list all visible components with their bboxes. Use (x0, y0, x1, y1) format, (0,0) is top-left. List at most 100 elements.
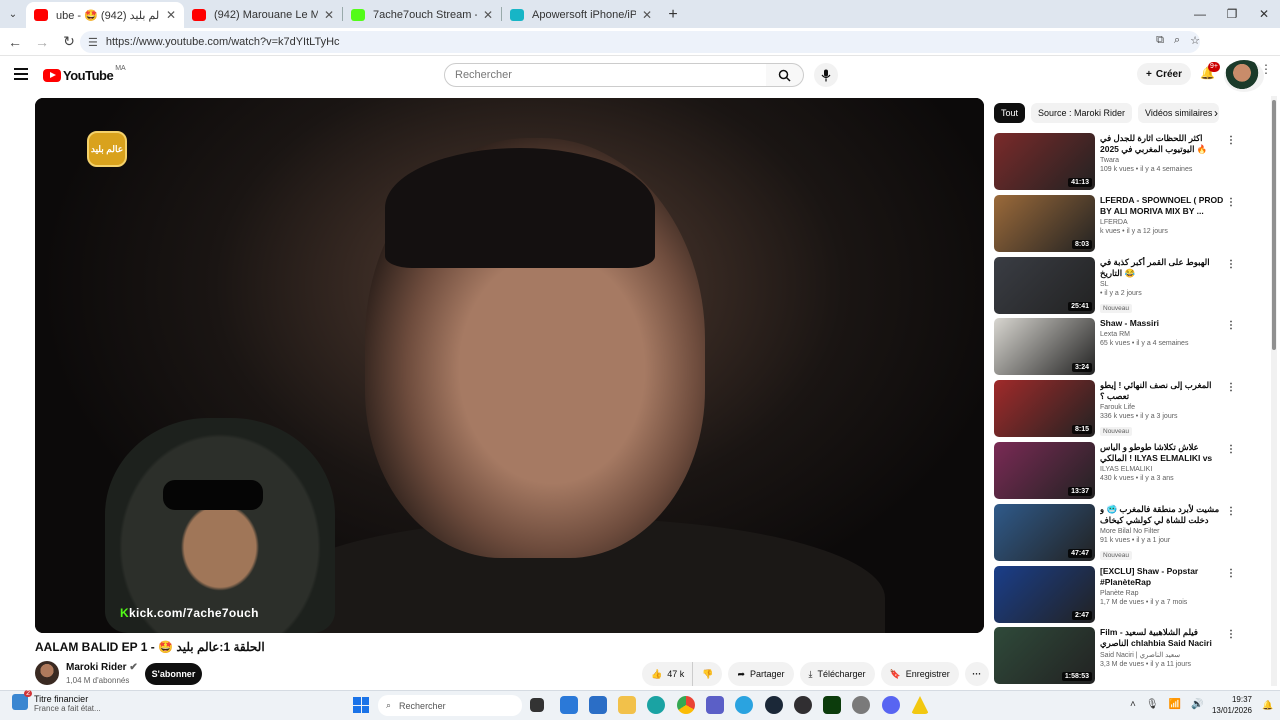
account-avatar[interactable] (1224, 60, 1264, 92)
teams-icon[interactable] (706, 696, 724, 714)
settings-gear-icon[interactable] (852, 696, 870, 714)
recommended-video[interactable]: 13:37 علاش تكلاشا طوطو و الياس المالكي ! … (994, 442, 1239, 500)
recommended-channel[interactable]: More Bilal No Filter (1100, 528, 1225, 535)
more-actions-button[interactable]: ··· (964, 662, 989, 686)
recommended-video[interactable]: 3:24 Shaw - Massiri Lexta RM 65 k vues • il… (994, 318, 1239, 376)
notification-center-icon[interactable]: 🔔 (1262, 700, 1273, 711)
url-field[interactable]: ☰ https://www.youtube.com/watch?v=k7dYIt… (80, 31, 1200, 53)
close-tab-icon[interactable]: ✕ (483, 8, 493, 22)
close-tab-icon[interactable]: ✕ (324, 8, 334, 22)
recommended-channel[interactable]: LFERDA (1100, 219, 1225, 226)
page-scrollbar[interactable] (1271, 96, 1277, 686)
more-vertical-icon[interactable]: ⋮ (1226, 629, 1236, 640)
channel-name[interactable]: Maroki Rider ✔ (66, 662, 138, 673)
task-view-icon[interactable] (530, 698, 544, 712)
recommended-channel[interactable]: Farouk Life (1100, 404, 1225, 411)
recommended-channel[interactable]: Lexta RM (1100, 331, 1225, 338)
youtube-logo[interactable]: YouTube MA (43, 65, 126, 83)
share-button[interactable]: ➦ Partager (728, 662, 794, 686)
channel-avatar[interactable] (35, 661, 59, 685)
recommended-video[interactable]: 8:03 LFERDA - SPOWNOEL ( PROD BY ALI MORI… (994, 194, 1239, 253)
windows-start-icon[interactable] (353, 697, 369, 713)
recommended-channel[interactable]: Said Naciri | سعيد الناصري (1100, 651, 1225, 659)
more-vertical-icon[interactable]: ⋮ (1226, 506, 1236, 517)
close-tab-icon[interactable]: ✕ (642, 8, 652, 22)
file-explorer-icon[interactable] (618, 696, 636, 714)
video-thumbnail[interactable]: 8:15 (994, 380, 1095, 438)
taskbar-search[interactable]: ⌕ Rechercher (378, 695, 522, 716)
telegram-icon[interactable] (735, 696, 753, 714)
recommended-title[interactable]: علاش تكلاشا طوطو و الياس المالكي ! ILYAS… (1100, 442, 1225, 464)
edge-icon[interactable] (647, 696, 665, 714)
wifi-icon[interactable]: 📶 (1169, 699, 1181, 710)
tab-apowersoft[interactable]: Apowersoft iPhone/iPad Recor ✕ (502, 2, 660, 28)
install-app-icon[interactable]: ⧉ (1156, 34, 1164, 47)
more-vertical-icon[interactable]: ⋮ (1226, 568, 1236, 579)
recommended-channel[interactable]: Twara (1100, 157, 1225, 164)
store-icon[interactable] (560, 696, 578, 714)
maximize-icon[interactable]: ❐ (1216, 0, 1248, 28)
search-button[interactable] (766, 63, 804, 87)
zoom-icon[interactable]: ⌕ (1174, 34, 1180, 47)
download-button[interactable]: ⤓ Télécharger (799, 662, 875, 686)
scrollbar-thumb[interactable] (1272, 100, 1276, 350)
terminal-icon[interactable] (823, 696, 841, 714)
recommended-title[interactable]: Shaw - Massiri (1100, 318, 1225, 329)
chip-similar[interactable]: Vidéos similaires (1138, 103, 1220, 123)
news-widget[interactable]: 2 Titre financier France a fait état... (12, 690, 101, 713)
forward-arrow-icon[interactable]: → (30, 34, 54, 50)
reload-icon[interactable]: ↻ (57, 33, 81, 50)
minimize-icon[interactable]: — (1184, 0, 1216, 28)
like-button[interactable]: 👍 47 k (642, 662, 693, 686)
recommended-title[interactable]: المغرب إلى نصف النهائي ! إيطو تعصب ؟ (1100, 380, 1225, 402)
more-vertical-icon[interactable]: ⋮ (1226, 135, 1236, 146)
video-thumbnail[interactable]: 2:47 (994, 565, 1095, 623)
recommended-title[interactable]: الهبوط على القمر أكبر كذبة في التاريخ 😂 (1100, 257, 1225, 279)
chevron-right-icon[interactable]: › (1214, 106, 1218, 120)
video-thumbnail[interactable]: 41:13 (994, 133, 1095, 190)
outlook-icon[interactable] (589, 696, 607, 714)
more-vertical-icon[interactable]: ⋮ (1226, 259, 1236, 270)
more-vertical-icon[interactable]: ⋮ (1226, 444, 1236, 455)
video-thumbnail[interactable]: 25:41 (994, 256, 1095, 314)
volume-icon[interactable]: 🔊 (1191, 699, 1203, 710)
new-tab-button[interactable]: + (660, 2, 686, 28)
recommended-video[interactable]: 2:47 [EXCLU] Shaw - Popstar #PlanèteRap Pl… (994, 565, 1239, 624)
obs-icon[interactable] (794, 696, 812, 714)
recommended-video[interactable]: 41:13 اكثر اللحظات اثارة للجدل في اليوتيو… (994, 133, 1239, 191)
notifications-button[interactable]: 🔔 9+ (1200, 62, 1220, 80)
video-thumbnail[interactable]: 3:24 (994, 318, 1095, 376)
recommended-title[interactable]: اكثر اللحظات اثارة للجدل في اليوتيوب الم… (1100, 133, 1225, 155)
search-input[interactable]: Rechercher (444, 63, 767, 87)
video-thumbnail[interactable]: 1:58:53 (994, 627, 1095, 685)
more-vertical-icon[interactable]: ⋮ (1226, 320, 1236, 331)
recommended-video[interactable]: 47:47 مشيت لأبرد منطقة فالمغرب 🥶 و دخلت ل… (994, 503, 1239, 562)
tab-kick[interactable]: 7ache7ouch Stream - Watch Li ✕ (343, 2, 501, 28)
tab-youtube-video[interactable]: ube - 🤩 الحلقة 1:عالم بليد (942) ✕ (26, 2, 184, 28)
recommended-title[interactable]: مشيت لأبرد منطقة فالمغرب 🥶 و دخلت للشاة … (1100, 504, 1225, 526)
microphone-icon[interactable]: 🎙 (1146, 699, 1159, 710)
subscribe-button[interactable]: S'abonner (145, 663, 202, 685)
recommended-channel[interactable]: SL (1100, 281, 1225, 288)
tab-youtube-2[interactable]: (942) Marouane Le M - Fantôm ✕ (184, 2, 342, 28)
chip-source[interactable]: Source : Maroki Rider (1031, 103, 1133, 123)
dislike-button[interactable]: 👎 (692, 662, 723, 686)
back-arrow-icon[interactable]: ← (3, 34, 27, 50)
recommended-video[interactable]: 25:41 الهبوط على القمر أكبر كذبة في التار… (994, 256, 1239, 315)
recommended-title[interactable]: Film - فيلم الشلاهبية لسعيد الناصري chla… (1100, 627, 1225, 649)
discord-icon[interactable] (882, 696, 900, 714)
create-button[interactable]: + Créer (1137, 63, 1191, 85)
save-button[interactable]: 🔖 Enregistrer (880, 662, 959, 686)
voice-search-button[interactable] (814, 63, 838, 87)
recommended-video[interactable]: 1:58:53 Film - فيلم الشلاهبية لسعيد الناص… (994, 627, 1239, 685)
video-thumbnail[interactable]: 47:47 (994, 503, 1095, 561)
recommended-video[interactable]: 8:15 المغرب إلى نصف النهائي ! إيطو تعصب ؟… (994, 380, 1239, 438)
recommended-channel[interactable]: ILYAS ELMALIKI (1100, 466, 1225, 473)
tab-search-icon[interactable]: ⌄ (0, 0, 26, 28)
menu-icon[interactable] (14, 68, 28, 83)
system-clock[interactable]: 19:37 13/01/2026 (1204, 694, 1252, 716)
video-thumbnail[interactable]: 13:37 (994, 442, 1095, 499)
recommended-title[interactable]: [EXCLU] Shaw - Popstar #PlanèteRap (1100, 566, 1225, 588)
recommended-title[interactable]: LFERDA - SPOWNOEL ( PROD BY ALI MORIVA M… (1100, 195, 1225, 217)
steam-icon[interactable] (765, 696, 783, 714)
